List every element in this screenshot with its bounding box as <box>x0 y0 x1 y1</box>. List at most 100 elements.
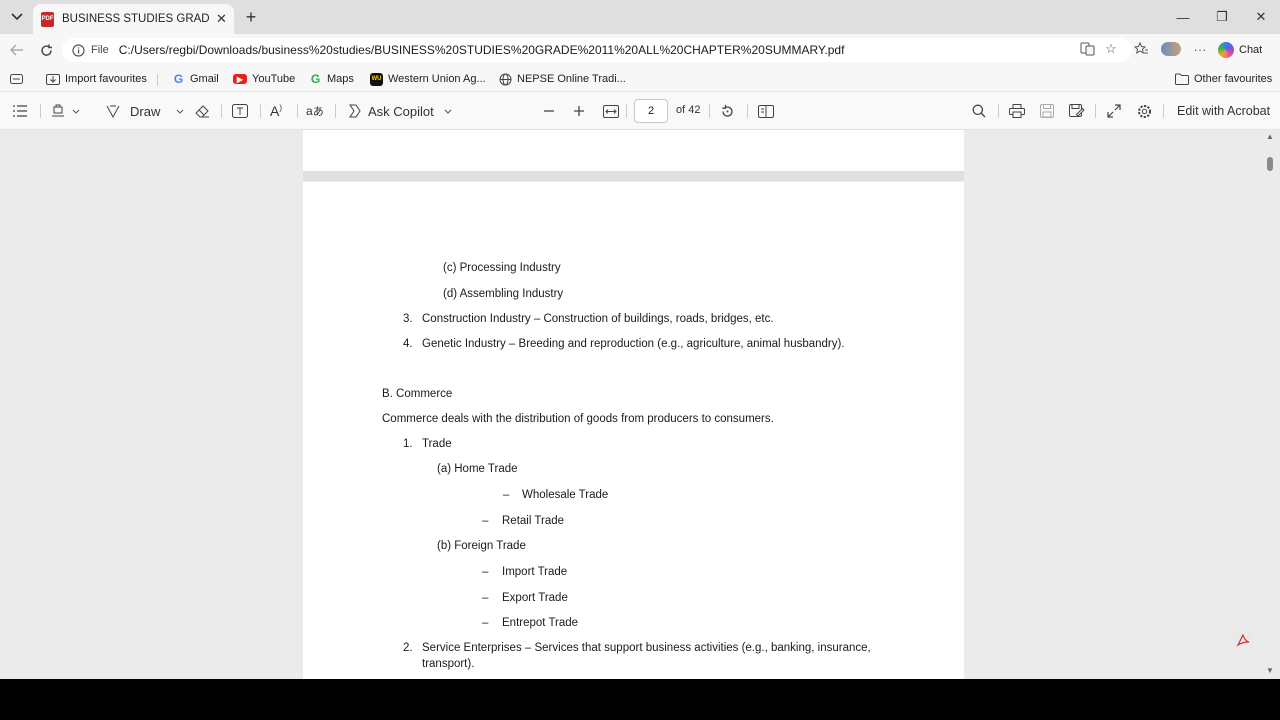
info-icon[interactable] <box>72 43 85 57</box>
fullscreen-icon[interactable] <box>1107 101 1121 121</box>
tab-actions-chevron-icon[interactable] <box>4 5 30 29</box>
page-gap <box>303 171 964 181</box>
fav-label: Other favourites <box>1194 73 1273 85</box>
url-text[interactable]: C:/Users/regbi/Downloads/business%20stud… <box>119 43 845 57</box>
highlighter-icon <box>52 104 64 117</box>
screen-bottom-edge <box>0 679 1280 720</box>
fav-label: Maps <box>327 73 354 85</box>
pdf-viewer[interactable]: (c) Processing Industry (d) Assembling I… <box>0 130 1280 679</box>
chevron-down-icon <box>444 109 452 114</box>
fav-label: Import favourites <box>65 73 147 85</box>
minimize-button[interactable]: — <box>1164 0 1202 34</box>
edit-with-acrobat-button[interactable]: Edit with Acrobat <box>1177 101 1270 121</box>
back-arrow-icon[interactable] <box>6 39 28 61</box>
favourites-list-icon[interactable] <box>1131 39 1151 59</box>
doc-line: (a) Home Trade <box>437 463 518 475</box>
favourites-bar-toggle-icon[interactable] <box>10 71 23 87</box>
search-icon[interactable] <box>972 101 986 121</box>
contents-list-icon[interactable] <box>12 101 28 121</box>
profile-avatar[interactable] <box>1160 39 1182 59</box>
doc-line: transport). <box>422 658 475 670</box>
save-as-icon[interactable] <box>1069 101 1085 121</box>
pdf-toolbar: Draw A) aあ Ask Copilot 2 of 42 Edit with… <box>0 92 1280 130</box>
favourite-star-icon[interactable]: ☆ <box>1101 39 1121 59</box>
read-aloud-icon[interactable] <box>1078 39 1098 59</box>
globe-icon <box>499 73 512 85</box>
page-number-input[interactable]: 2 <box>634 99 668 123</box>
print-icon[interactable] <box>1009 101 1025 121</box>
fit-to-width-icon[interactable] <box>603 101 619 121</box>
doc-list-number: 3. <box>403 313 413 325</box>
ask-copilot-button[interactable]: Ask Copilot <box>346 101 452 121</box>
western-union-icon: WU <box>370 72 383 86</box>
doc-line: Service Enterprises – Services that supp… <box>422 642 871 654</box>
doc-dash: – <box>482 592 489 604</box>
folder-import-icon <box>46 74 60 85</box>
scrollbar-thumb[interactable] <box>1267 157 1273 171</box>
zoom-in-icon[interactable] <box>573 101 585 121</box>
add-text-icon[interactable] <box>232 101 248 121</box>
doc-list-number: 4. <box>403 338 413 350</box>
fav-maps[interactable]: G Maps <box>309 71 354 87</box>
previous-page <box>303 130 964 171</box>
close-window-button[interactable]: ✕ <box>1242 0 1280 34</box>
copilot-chat-button[interactable]: Chat <box>1218 39 1274 61</box>
draw-tool-button[interactable]: Draw <box>106 101 184 121</box>
fav-gmail[interactable]: G Gmail <box>172 71 219 87</box>
url-field[interactable]: File C:/Users/regbi/Downloads/business%2… <box>62 38 1132 62</box>
refresh-icon[interactable] <box>35 39 57 61</box>
doc-dash: – <box>482 566 489 578</box>
more-options-icon[interactable]: ··· <box>1190 39 1210 59</box>
doc-line: Wholesale Trade <box>522 489 609 501</box>
doc-line: Genetic Industry – Breeding and reproduc… <box>422 338 845 350</box>
google-icon: G <box>310 72 321 86</box>
save-icon[interactable] <box>1040 101 1054 121</box>
active-tab[interactable]: PDF BUSINESS STUDIES GRADE 11 ALL CHAPTE… <box>33 4 234 34</box>
rotate-icon[interactable] <box>720 101 735 121</box>
fav-label: NEPSE Online Tradi... <box>517 73 626 85</box>
doc-heading: B. Commerce <box>382 388 453 400</box>
fav-other-favourites[interactable]: Other favourites <box>1175 71 1272 87</box>
scroll-down-arrow-icon[interactable]: ▼ <box>1266 666 1274 675</box>
fav-import-favourites[interactable]: Import favourites <box>46 71 147 87</box>
tab-title: BUSINESS STUDIES GRADE 11 ALL CHAPTER SU… <box>62 13 210 25</box>
fav-label: Western Union Ag... <box>388 73 486 85</box>
scroll-up-arrow-icon[interactable]: ▲ <box>1266 132 1274 141</box>
vertical-scrollbar[interactable]: ▲ ▼ <box>1264 130 1278 679</box>
chevron-down-icon <box>72 109 80 114</box>
tab-strip: PDF BUSINESS STUDIES GRADE 11 ALL CHAPTE… <box>0 0 1280 34</box>
ask-copilot-label: Ask Copilot <box>368 103 434 119</box>
pdf-page[interactable]: (c) Processing Industry (d) Assembling I… <box>303 182 964 679</box>
settings-gear-icon[interactable] <box>1137 101 1152 121</box>
eraser-icon[interactable] <box>195 101 210 121</box>
doc-line: Trade <box>422 438 452 450</box>
chevron-down-icon <box>176 109 184 114</box>
zoom-out-icon[interactable] <box>543 101 555 121</box>
doc-line: Import Trade <box>502 566 568 578</box>
doc-dash: – <box>482 617 489 629</box>
translate-icon[interactable]: aあ <box>306 101 324 121</box>
draw-pen-icon <box>106 105 120 118</box>
restore-button[interactable]: ❐ <box>1203 0 1241 34</box>
fav-label: YouTube <box>252 73 296 85</box>
folder-icon <box>1175 73 1189 85</box>
fav-youtube[interactable]: ▶ YouTube <box>233 71 295 87</box>
doc-line: Construction Industry – Construction of … <box>422 313 774 325</box>
youtube-icon: ▶ <box>233 74 247 84</box>
file-scheme-label: File <box>91 44 109 56</box>
read-aloud-text-icon[interactable]: A) <box>270 101 282 121</box>
highlight-tool-button[interactable] <box>50 101 80 121</box>
fav-nepse[interactable]: NEPSE Online Tradi... <box>499 71 626 87</box>
acrobat-icon[interactable] <box>1233 630 1253 650</box>
page-view-icon[interactable] <box>758 101 774 121</box>
chat-label: Chat <box>1239 44 1263 56</box>
doc-line: Commerce deals with the distribution of … <box>382 413 774 425</box>
fav-western-union[interactable]: WU Western Union Ag... <box>370 71 486 87</box>
new-tab-plus-icon[interactable]: + <box>240 6 262 28</box>
pdf-file-icon: PDF <box>41 11 54 27</box>
google-icon: G <box>173 72 184 86</box>
doc-dash: – <box>503 489 510 501</box>
tab-close-icon[interactable]: ✕ <box>216 11 227 27</box>
fav-divider <box>157 74 158 86</box>
doc-list-number: 2. <box>403 642 413 654</box>
